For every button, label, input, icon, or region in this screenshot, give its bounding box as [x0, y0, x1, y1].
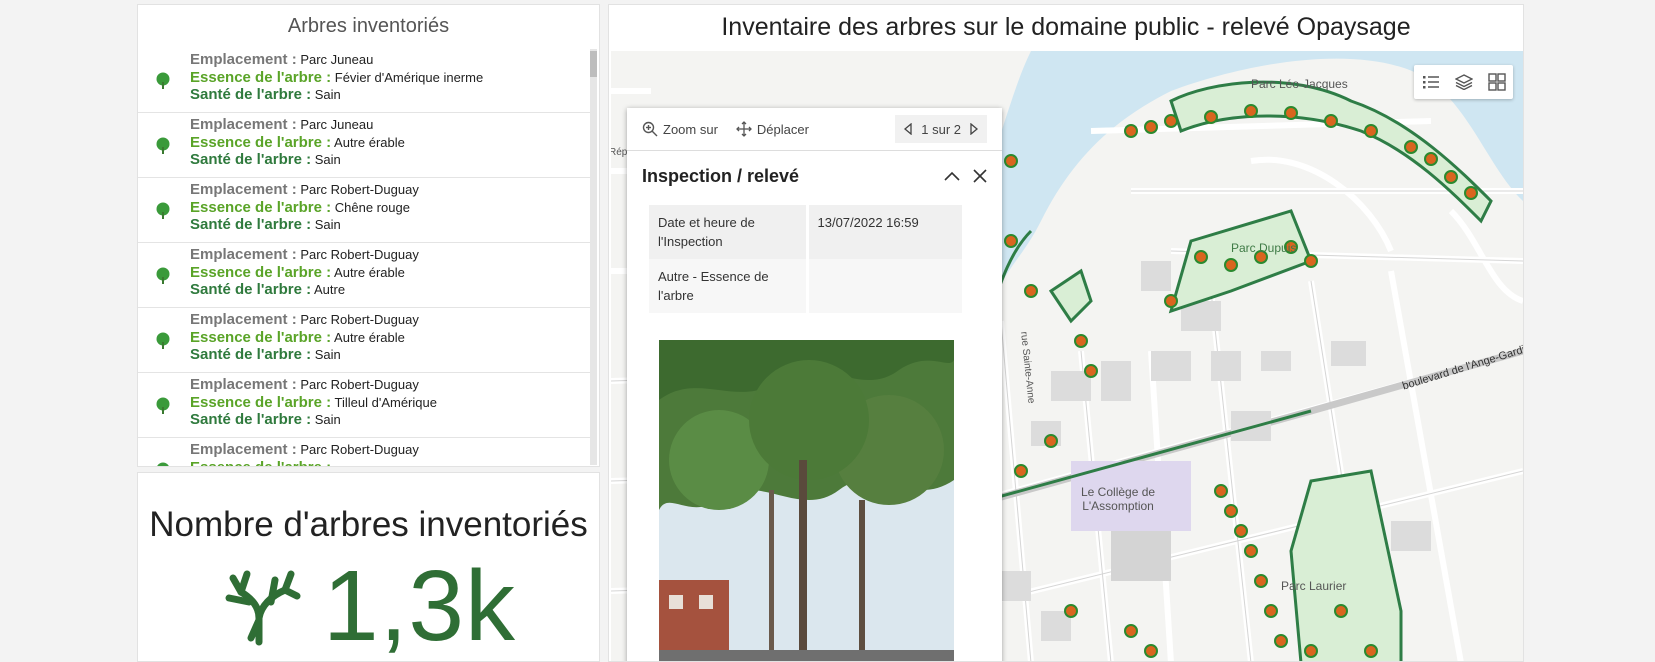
list-item[interactable]: Emplacement : Parc Robert-DuguayEssence … — [138, 308, 593, 373]
location-label: Emplacement : — [190, 116, 297, 133]
location-label: Emplacement : — [190, 376, 297, 393]
tree-list-panel: Arbres inventoriés Emplacement : Parc Ju… — [137, 4, 600, 467]
tree-icon — [155, 72, 171, 95]
list-scrollbar[interactable] — [590, 49, 597, 465]
species-value: Autre érable — [334, 134, 405, 150]
scrollbar-thumb[interactable] — [590, 51, 597, 77]
location-value: Parc Juneau — [300, 117, 374, 132]
pager-text: 1 sur 2 — [921, 121, 961, 137]
health-value: Sain — [314, 347, 341, 362]
dashboard: Arbres inventoriés Emplacement : Parc Ju… — [0, 0, 1655, 662]
map-label-parc-dupuis: Parc Dupuis — [1231, 241, 1297, 255]
popup-actions-bar: Zoom sur Déplacer 1 sur 2 — [627, 108, 1002, 151]
health-label: Santé de l'arbre : — [190, 216, 312, 233]
popup-header: Inspection / relevé — [627, 151, 1002, 201]
location-value: Parc Juneau — [300, 52, 374, 67]
basemap-gallery-icon[interactable] — [1480, 65, 1513, 99]
list-title: Arbres inventoriés — [287, 15, 450, 37]
map-label-parc-leo-jacques: Parc Léo-Jacques — [1251, 77, 1348, 91]
health-label: Santé de l'arbre : — [190, 86, 312, 103]
indicator-title: Nombre d'arbres inventoriés — [149, 505, 588, 544]
health-value: Sain — [314, 412, 341, 427]
move-button[interactable]: Déplacer — [735, 121, 809, 137]
tree-icon — [155, 332, 171, 355]
previous-icon[interactable] — [903, 123, 913, 135]
location-value: Parc Robert-Duguay — [300, 377, 419, 392]
health-value: Autre — [314, 282, 346, 297]
map-canvas[interactable]: Parc Léo-Jacques Parc Dupuis rue Sainte-… — [611, 51, 1523, 661]
tree-photo[interactable] — [659, 340, 954, 661]
species-label: Essence de l'arbre : — [190, 68, 332, 86]
location-value: Parc Robert-Duguay — [300, 182, 419, 197]
tree-icon — [155, 397, 171, 420]
location-label: Emplacement : — [190, 441, 297, 458]
species-value: Autre érable — [334, 329, 405, 345]
health-value: Sain — [314, 217, 341, 232]
species-label: Essence de l'arbre : — [190, 198, 332, 216]
tree-branch-icon — [225, 570, 301, 646]
list-item[interactable]: Emplacement : Parc Juneau Essence de l'ar… — [138, 48, 593, 113]
species-label: Essence de l'arbre : — [190, 459, 331, 467]
list-item[interactable]: Emplacement : Parc Robert-DuguayEssence … — [138, 178, 593, 243]
attribute-key: Date et heure de l'Inspection — [649, 205, 809, 259]
popup-title: Inspection / relevé — [642, 165, 800, 186]
map-label-college: Le Collège de L'Assomption — [1081, 485, 1156, 513]
map-toolbar — [1414, 65, 1513, 99]
health-value: Sain — [314, 152, 341, 167]
tree-icon — [155, 137, 171, 160]
list-item[interactable]: Emplacement : Parc Juneau Essence de l'ar… — [138, 113, 593, 178]
species-label: Essence de l'arbre : — [190, 133, 332, 151]
inspection-popup: Zoom sur Déplacer 1 sur 2 Inspection / r… — [627, 108, 1002, 661]
map-label-parc-laurier: Parc Laurier — [1281, 579, 1347, 593]
location-label: Emplacement : — [190, 311, 297, 328]
location-value: Parc Robert-Duguay — [300, 247, 419, 262]
location-label: Emplacement : — [190, 51, 297, 68]
legend-icon[interactable] — [1414, 65, 1447, 99]
species-value: Févier d'Amérique inerme — [334, 69, 484, 85]
species-label: Essence de l'arbre : — [190, 328, 332, 346]
move-label: Déplacer — [756, 121, 809, 137]
map-title: Inventaire des arbres sur le domaine pub… — [721, 13, 1411, 41]
next-icon[interactable] — [969, 123, 979, 135]
species-value: Autre érable — [334, 264, 405, 280]
popup-pager: 1 sur 2 — [895, 115, 987, 143]
tree-icon — [155, 202, 171, 225]
move-icon — [735, 121, 752, 137]
tree-icon — [155, 462, 171, 466]
collapse-icon[interactable] — [943, 170, 961, 182]
indicator-value: 1,3k — [322, 550, 516, 662]
health-label: Santé de l'arbre : — [190, 346, 312, 363]
attribute-row: Date et heure de l'Inspection 13/07/2022… — [649, 205, 962, 259]
health-label: Santé de l'arbre : — [190, 411, 312, 428]
species-value: Chêne rouge — [334, 199, 410, 215]
attribute-value: 13/07/2022 16:59 — [817, 215, 919, 230]
attribute-table: Date et heure de l'Inspection 13/07/2022… — [649, 205, 962, 313]
attribute-value — [807, 259, 962, 313]
map-panel: Inventaire des arbres sur le domaine pub… — [608, 4, 1524, 662]
health-label: Santé de l'arbre : — [190, 151, 312, 168]
species-label: Essence de l'arbre : — [190, 263, 332, 281]
zoom-in-icon — [642, 121, 658, 137]
attribute-key: Autre - Essence de l'arbre — [649, 259, 809, 313]
location-label: Emplacement : — [190, 181, 297, 198]
list-item[interactable]: Emplacement : Parc Robert-DuguayEssence … — [138, 243, 593, 308]
list-item[interactable]: Emplacement : Parc Robert-Duguay Essence … — [138, 438, 593, 466]
health-label: Santé de l'arbre : — [190, 281, 312, 298]
species-label: Essence de l'arbre : — [190, 393, 332, 411]
tree-count-indicator: Nombre d'arbres inventoriés 1,3k — [137, 472, 600, 662]
zoom-to-button[interactable]: Zoom sur — [642, 121, 718, 137]
location-label: Emplacement : — [190, 246, 297, 263]
location-value: Parc Robert-Duguay — [300, 312, 419, 327]
species-value: Tilleul d'Amérique — [334, 394, 437, 410]
health-value: Sain — [314, 87, 341, 102]
zoom-to-label: Zoom sur — [663, 121, 718, 137]
location-value: Parc Robert-Duguay — [300, 442, 419, 457]
close-icon[interactable] — [973, 169, 987, 183]
layers-icon[interactable] — [1447, 65, 1480, 99]
list-item[interactable]: Emplacement : Parc Robert-DuguayEssence … — [138, 373, 593, 438]
tree-list[interactable]: Emplacement : Parc Juneau Essence de l'ar… — [138, 48, 593, 466]
tree-icon — [155, 267, 171, 290]
attribute-row: Autre - Essence de l'arbre — [649, 259, 962, 313]
